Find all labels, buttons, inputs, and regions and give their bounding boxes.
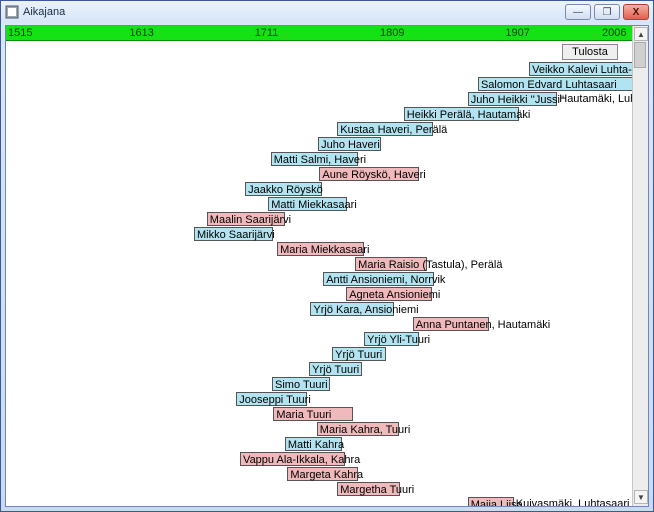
- timeline-bar[interactable]: Yrjö Yli-Tuuri: [364, 332, 419, 346]
- axis-tick: 2006: [602, 26, 626, 40]
- bar-overflow-label: Hautamäki, Luhta: [559, 92, 632, 106]
- client-area: 1515 1613 1711 1809 1907 2006 Tulosta Veikko K…: [5, 25, 649, 507]
- timeline-bar[interactable]: Matti Miekkasaari: [268, 197, 347, 211]
- timeline-bar[interactable]: Kustaa Haveri, Perälä: [337, 122, 433, 136]
- timeline-bar[interactable]: Maria Tuuri: [273, 407, 352, 421]
- timeline-bar[interactable]: Margeta Kahra: [287, 467, 357, 481]
- timeline-bar[interactable]: Matti Kahra: [285, 437, 343, 451]
- timeline-bar[interactable]: Simo Tuuri: [272, 377, 330, 391]
- timeline-bar[interactable]: Jooseppi Tuuri: [236, 392, 306, 406]
- vertical-scrollbar[interactable]: ▲ ▼: [632, 26, 648, 506]
- timeline-bar[interactable]: Agneta Ansioniemi: [346, 287, 432, 301]
- timeline-bar[interactable]: Juho Heikki ''Jussi'': [468, 92, 558, 106]
- timeline-bar[interactable]: Yrjö Tuuri: [309, 362, 361, 376]
- axis-tick: 1515: [8, 26, 32, 40]
- axis-tick: 1613: [129, 26, 153, 40]
- timeline-bar[interactable]: Aune Röyskö, Haveri: [319, 167, 419, 181]
- timeline-bar[interactable]: Yrjö Kara, Ansioniemi: [310, 302, 393, 316]
- timeline-bar[interactable]: Vappu Ala-Ikkala, Kahra: [240, 452, 345, 466]
- timeline-bar[interactable]: Juho Haveri: [318, 137, 381, 151]
- window-buttons: — ❐ X: [565, 4, 649, 20]
- axis-tick: 1809: [380, 26, 404, 40]
- timeline-bar[interactable]: Maalin Saarijärvi: [207, 212, 285, 226]
- timeline-bar[interactable]: Maija Liisa: [468, 497, 514, 506]
- timeline-bar[interactable]: Jaakko Röyskö: [245, 182, 322, 196]
- timeline-bar[interactable]: Yrjö Tuuri: [332, 347, 386, 361]
- timeline-bar[interactable]: Heikki Perälä, Hautamäki: [404, 107, 519, 121]
- timeline-bar[interactable]: Maria Kahra, Tuuri: [317, 422, 399, 436]
- timeline-bar[interactable]: Maria Miekkasaari: [277, 242, 364, 256]
- time-axis: 1515 1613 1711 1809 1907 2006: [6, 26, 632, 41]
- app-icon: [5, 5, 19, 19]
- timeline-bar[interactable]: Antti Ansioniemi, Norrvik: [323, 272, 434, 286]
- print-button[interactable]: Tulosta: [562, 44, 618, 60]
- close-button[interactable]: X: [623, 4, 649, 20]
- timeline-plot: 1515 1613 1711 1809 1907 2006 Tulosta Veikko K…: [6, 26, 632, 506]
- minimize-button[interactable]: —: [565, 4, 591, 20]
- maximize-button[interactable]: ❐: [594, 4, 620, 20]
- timeline-bar[interactable]: Matti Salmi, Haveri: [271, 152, 358, 166]
- timeline-bar[interactable]: Maria Raisio (Tastula), Perälä: [355, 257, 427, 271]
- timeline-bar[interactable]: Salomon Edvard Luhtasaari: [478, 77, 632, 91]
- timeline-bar[interactable]: Veikko Kalevi Luhta-: [529, 62, 632, 76]
- window-frame: Aikajana — ❐ X 1515 1613 1711 1809 1907 2006 …: [0, 0, 654, 512]
- axis-tick: 1907: [505, 26, 529, 40]
- bar-overflow-label: Kuivasmäki, Luhtasaari: [516, 497, 630, 506]
- axis-tick: 1711: [255, 26, 279, 40]
- titlebar[interactable]: Aikajana — ❐ X: [1, 1, 653, 23]
- scroll-down-button[interactable]: ▼: [634, 490, 648, 504]
- scroll-thumb[interactable]: [634, 42, 646, 68]
- window-title: Aikajana: [23, 6, 65, 18]
- scroll-up-button[interactable]: ▲: [634, 27, 648, 41]
- timeline-bar[interactable]: Anna Puntanen, Hautamäki: [413, 317, 490, 331]
- timeline-bar[interactable]: Margetha Tuuri: [337, 482, 400, 496]
- timeline-bar[interactable]: Mikko Saarijärvi: [194, 227, 273, 241]
